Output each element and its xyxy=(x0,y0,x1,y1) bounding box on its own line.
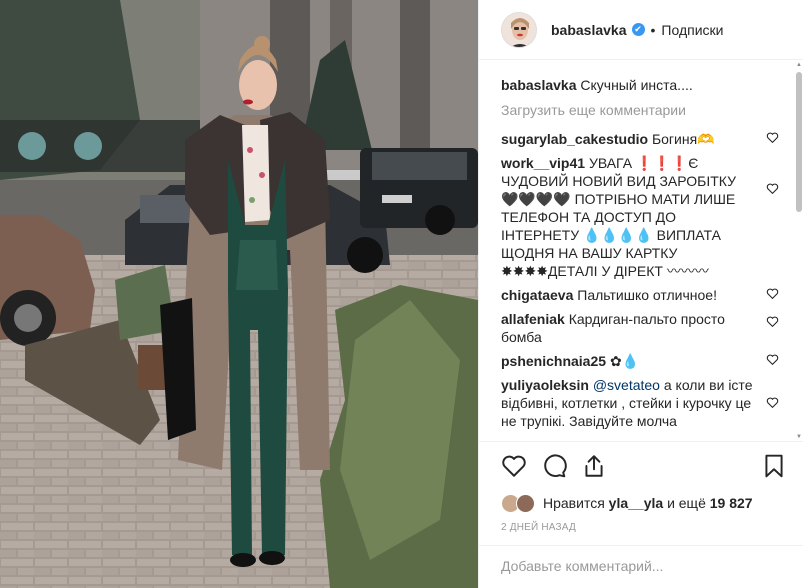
load-more-comments-button[interactable]: Загрузить еще комментарии xyxy=(501,102,787,118)
post-photo[interactable] xyxy=(0,0,478,588)
share-icon[interactable] xyxy=(581,453,607,479)
likes-summary: Нравится yla__yla и ещё 19 827 xyxy=(501,492,787,514)
small-heart-icon[interactable] xyxy=(766,182,779,195)
following-button[interactable]: Подписки xyxy=(661,22,723,38)
scroll-up-arrow-icon[interactable]: ▲ xyxy=(796,62,802,68)
comment-username[interactable]: pshenichnaia25 xyxy=(501,353,606,369)
street-fashion-photo xyxy=(0,0,478,588)
action-icons-row xyxy=(501,452,787,480)
comment-icon[interactable] xyxy=(541,453,567,479)
small-heart-icon[interactable] xyxy=(766,287,779,300)
caption-text: Скучный инста.... xyxy=(580,77,693,93)
likes-user-link[interactable]: yla__yla xyxy=(609,495,664,511)
comment-item: pshenichnaia25 ✿💧 xyxy=(501,352,787,370)
header-separator: • xyxy=(650,21,656,38)
liker-avatars xyxy=(501,493,535,513)
likes-count-link[interactable]: 19 827 xyxy=(710,495,753,511)
small-heart-icon[interactable] xyxy=(766,396,779,409)
scroll-down-arrow-icon[interactable]: ▼ xyxy=(796,434,802,440)
comment-text: Богиня🫶 xyxy=(651,131,715,147)
comment-username[interactable]: yuliyaoleksin xyxy=(501,377,589,393)
comment-username[interactable]: chigataeva xyxy=(501,287,573,303)
post-caption: babaslavka Скучный инста.... xyxy=(501,76,787,94)
avatar-image xyxy=(502,12,536,47)
author-username[interactable]: babaslavka xyxy=(551,22,627,38)
comment-username[interactable]: work__vip41 xyxy=(501,155,585,171)
comment-text: УВАГА ❗❗❗Є ЧУДОВИЙ НОВИЙ ВИД ЗАРОБІТКУ 🖤… xyxy=(501,155,736,279)
add-comment-section xyxy=(479,545,803,588)
small-heart-icon[interactable] xyxy=(766,315,779,328)
comment-username[interactable]: sugarylab_cakestudio xyxy=(501,131,648,147)
comment-item: work__vip41 УВАГА ❗❗❗Є ЧУДОВИЙ НОВИЙ ВИД… xyxy=(501,154,787,280)
post-actions: Нравится yla__yla и ещё 19 827 2 ДНЕЙ НА… xyxy=(479,441,803,533)
comment-item: sugarylab_cakestudio Богиня🫶 xyxy=(501,130,787,148)
post-header: babaslavka ✔ • Подписки xyxy=(479,0,803,60)
comment-text: ✿💧 xyxy=(609,353,640,369)
comment-item: yuliyaoleksin @svetateo а коли ви істе в… xyxy=(501,376,787,430)
comment-item: allafeniak Кардиган-пальто просто бомба xyxy=(501,310,787,346)
comment-username[interactable]: allafeniak xyxy=(501,311,565,327)
author-avatar[interactable] xyxy=(501,11,537,48)
comments-list[interactable]: babaslavka Скучный инста.... Загрузить е… xyxy=(479,60,803,441)
comment-mention-link[interactable]: @svetateo xyxy=(593,377,660,393)
likes-text: Нравится yla__yla и ещё 19 827 xyxy=(543,495,753,511)
bookmark-icon[interactable] xyxy=(761,453,787,479)
comment-item: chigataeva Пальтишко отличное! xyxy=(501,286,787,304)
heart-icon[interactable] xyxy=(501,453,527,479)
likes-and: и ещё xyxy=(667,495,706,511)
liker-avatar[interactable] xyxy=(516,493,535,513)
post-side-panel: babaslavka ✔ • Подписки babaslavka Скучн… xyxy=(478,0,803,588)
instagram-post: babaslavka ✔ • Подписки babaslavka Скучн… xyxy=(0,0,803,588)
comment-text: Пальтишко отличное! xyxy=(577,287,717,303)
comments-scrollbar[interactable]: ▲ ▼ xyxy=(795,62,803,440)
post-timestamp[interactable]: 2 ДНЕЙ НАЗАД xyxy=(501,522,787,533)
verified-badge-icon: ✔ xyxy=(631,23,645,36)
small-heart-icon[interactable] xyxy=(766,131,779,144)
likes-prefix: Нравится xyxy=(543,495,605,511)
small-heart-icon[interactable] xyxy=(766,353,779,366)
caption-author[interactable]: babaslavka xyxy=(501,77,577,93)
add-comment-input[interactable] xyxy=(501,558,761,574)
scrollbar-thumb[interactable] xyxy=(796,72,802,212)
